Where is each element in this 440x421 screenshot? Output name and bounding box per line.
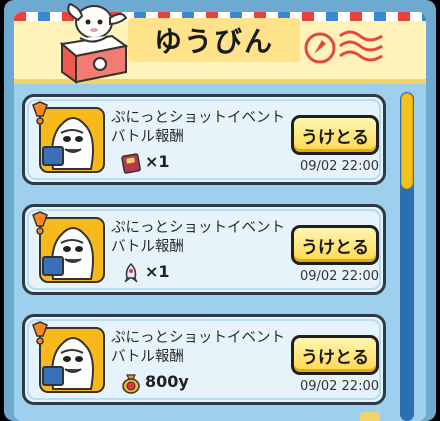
new-badge-icon [32,321,48,345]
receive-button[interactable]: うけとる [291,115,379,155]
mail-title-line2: バトル報酬 [111,239,184,255]
mascot-in-box-icon [59,2,129,84]
money-bag-icon [122,374,140,394]
mail-title-line1: ぷにっとショットイベント [111,220,285,236]
reward-quantity: ×1 [145,152,170,171]
mail-title: ぷにっとショットイベント バトル報酬 [111,219,291,257]
mail-title-line2: バトル報酬 [111,349,184,365]
new-badge-icon [32,101,48,125]
postmark-icon [304,30,383,64]
next-item-peek [360,412,380,421]
mail-title-line1: ぷにっとショットイベント [111,110,285,126]
page-title: ゆうびん [153,25,274,58]
mail-item: ぷにっとショットイベント バトル報酬 800y うけとる 09/02 22:00 [22,314,386,405]
mail-date: 09/02 22:00 [299,159,379,174]
receive-button[interactable]: うけとる [291,225,379,265]
mail-item: ぷにっとショットイベント バトル報酬 ×1 うけとる 09/02 22:00 [22,94,386,185]
scrollbar-thumb[interactable] [401,93,413,189]
mail-title-line2: バトル報酬 [111,129,184,145]
new-badge-icon [32,211,48,235]
reward-quantity: ×1 [145,262,170,281]
book-item-icon [121,153,141,174]
reward-quantity: 800y [145,372,189,391]
mail-title: ぷにっとショットイベント バトル報酬 [111,329,291,367]
mail-title: ぷにっとショットイベント バトル報酬 [111,109,291,147]
mail-date: 09/02 22:00 [299,379,379,394]
mail-item: ぷにっとショットイベント バトル報酬 ×1 うけとる 09/02 22:00 [22,204,386,295]
mail-date: 09/02 22:00 [299,269,379,284]
rocket-item-icon [124,262,138,283]
mail-title-line1: ぷにっとショットイベント [111,330,285,346]
receive-button[interactable]: うけとる [291,335,379,375]
